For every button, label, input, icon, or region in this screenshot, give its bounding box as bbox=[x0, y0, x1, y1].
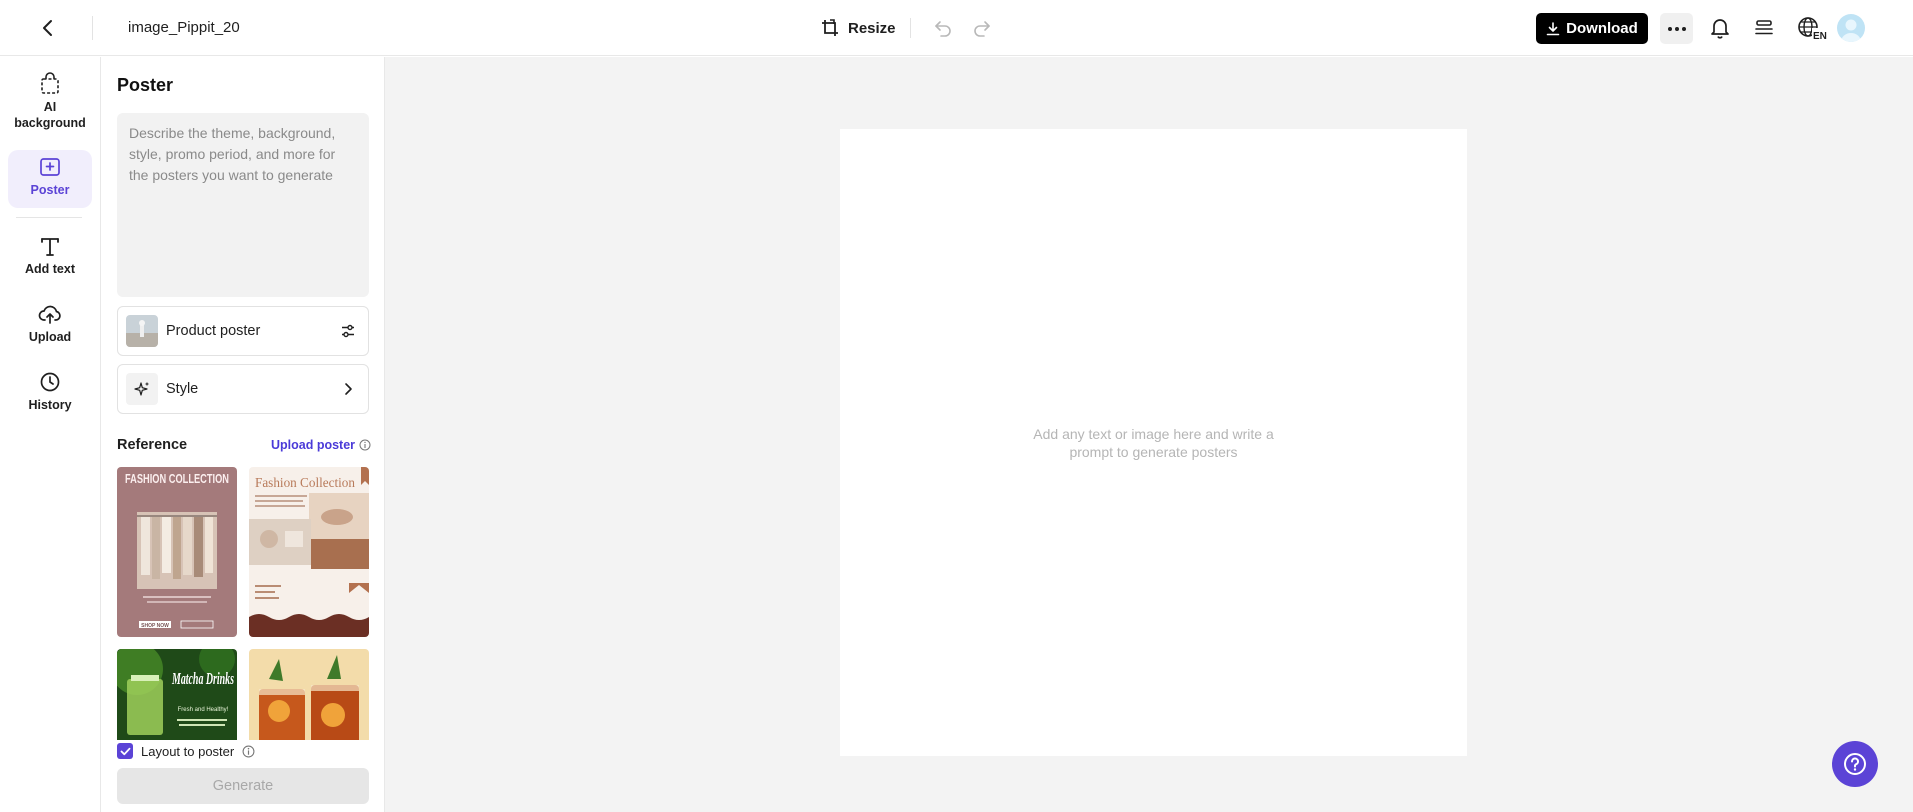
info-icon[interactable] bbox=[242, 745, 255, 758]
upload-poster-label: Upload poster bbox=[271, 438, 356, 452]
bag-icon bbox=[41, 72, 59, 94]
fashion-thumb-title: FASHION COLLECTION bbox=[125, 472, 229, 486]
rail-item-label: History bbox=[28, 398, 72, 412]
sliders-icon bbox=[342, 324, 354, 338]
clock-icon bbox=[40, 372, 60, 392]
top-bar: image_Pippit_20 Resize Download EN bbox=[0, 0, 1913, 56]
chevron-left-icon bbox=[43, 20, 52, 36]
rail-item-label: AI background bbox=[14, 100, 86, 130]
product-poster-thumbnail bbox=[126, 315, 158, 347]
rail-item-poster[interactable]: Poster bbox=[8, 150, 92, 208]
sparkle-icon bbox=[134, 382, 149, 396]
canvas-hint-text: Add any text or image here and write a p… bbox=[1033, 426, 1274, 460]
rail-item-label: Add text bbox=[25, 262, 75, 276]
product-poster-option[interactable]: Product poster bbox=[117, 306, 369, 356]
bell-icon bbox=[1711, 19, 1729, 39]
style-label: Style bbox=[166, 381, 199, 397]
matcha-thumb-title: Matcha Drinks bbox=[171, 669, 234, 688]
reference-gallery: FASHION COLLECTION SHOP NOW Fashion Coll… bbox=[117, 467, 369, 740]
question-icon bbox=[1844, 753, 1866, 775]
chevron-right-icon bbox=[345, 383, 352, 395]
product-poster-label: Product poster bbox=[166, 323, 261, 339]
rail-item-upload[interactable]: Upload bbox=[8, 303, 92, 361]
info-icon bbox=[359, 439, 371, 451]
prompt-input[interactable] bbox=[117, 113, 369, 297]
canvas-area[interactable]: Add any text or image here and write a p… bbox=[385, 57, 1913, 812]
layout-to-poster-label: Layout to poster bbox=[141, 743, 235, 759]
rail-item-label: Upload bbox=[28, 330, 72, 344]
divider bbox=[92, 16, 93, 40]
download-label: Download bbox=[1566, 20, 1638, 37]
cloud-upload-icon bbox=[38, 305, 61, 324]
more-options-button[interactable] bbox=[1660, 13, 1693, 44]
matcha-thumb-subtitle: Fresh and Healthy! bbox=[178, 707, 229, 713]
poster-panel: Poster Product poster Style Reference Up… bbox=[101, 57, 385, 812]
download-icon bbox=[1546, 21, 1560, 35]
collage-thumb-title: Fashion Collection bbox=[255, 475, 355, 490]
layers-button[interactable] bbox=[1749, 14, 1779, 42]
help-button[interactable] bbox=[1832, 741, 1878, 787]
canvas-hint: Add any text or image here and write a p… bbox=[840, 425, 1467, 461]
poster-artboard[interactable]: Add any text or image here and write a p… bbox=[840, 129, 1467, 756]
document-title[interactable]: image_Pippit_20 bbox=[128, 19, 240, 36]
reference-thumb-matcha[interactable]: Matcha Drinks Fresh and Healthy! bbox=[117, 649, 237, 740]
back-button[interactable] bbox=[34, 14, 62, 42]
undo-button[interactable] bbox=[930, 14, 956, 42]
rail-item-add-text[interactable]: Add text bbox=[8, 235, 92, 293]
divider bbox=[910, 18, 911, 38]
reference-title: Reference bbox=[117, 437, 188, 453]
globe-icon: EN bbox=[1798, 17, 1828, 41]
generate-button[interactable]: Generate bbox=[117, 768, 369, 804]
undo-icon bbox=[935, 21, 951, 37]
avatar[interactable] bbox=[1837, 14, 1865, 42]
download-button[interactable]: Download bbox=[1536, 13, 1648, 44]
redo-button[interactable] bbox=[969, 14, 995, 42]
style-expand bbox=[336, 377, 360, 401]
panel-title: Poster bbox=[117, 75, 174, 95]
settings-button[interactable] bbox=[336, 319, 360, 343]
notifications-button[interactable] bbox=[1705, 14, 1735, 42]
resize-icon bbox=[822, 19, 838, 36]
resize-button[interactable]: Resize bbox=[820, 14, 896, 42]
checkmark-icon bbox=[120, 747, 130, 755]
user-avatar-icon bbox=[1841, 19, 1861, 42]
more-icon bbox=[1667, 26, 1686, 31]
fashion-thumb-button: SHOP NOW bbox=[141, 623, 169, 629]
upload-poster-link[interactable]: Upload poster bbox=[271, 438, 371, 452]
text-icon bbox=[41, 238, 59, 256]
rail-item-label: Poster bbox=[30, 183, 70, 197]
layout-to-poster-row: Layout to poster bbox=[117, 743, 255, 759]
reference-thumb-iced-tea[interactable] bbox=[249, 649, 369, 740]
language-button[interactable]: EN bbox=[1795, 13, 1829, 43]
reference-thumb-collage[interactable]: Fashion Collection bbox=[249, 467, 369, 637]
rail-item-ai-background[interactable]: AI background bbox=[8, 71, 92, 139]
resize-label: Resize bbox=[848, 19, 896, 37]
poster-icon bbox=[40, 158, 60, 176]
divider bbox=[16, 217, 82, 218]
left-rail: AI background Poster Add text Upload His… bbox=[0, 57, 101, 812]
rail-item-history[interactable]: History bbox=[8, 371, 92, 429]
style-option[interactable]: Style bbox=[117, 364, 369, 414]
layers-icon bbox=[1755, 20, 1773, 35]
redo-icon bbox=[974, 21, 990, 37]
language-code: EN bbox=[1813, 31, 1827, 41]
sparkle-icon-box bbox=[126, 373, 158, 405]
reference-thumb-fashion[interactable]: FASHION COLLECTION SHOP NOW bbox=[117, 467, 237, 637]
layout-to-poster-checkbox[interactable] bbox=[117, 743, 133, 759]
